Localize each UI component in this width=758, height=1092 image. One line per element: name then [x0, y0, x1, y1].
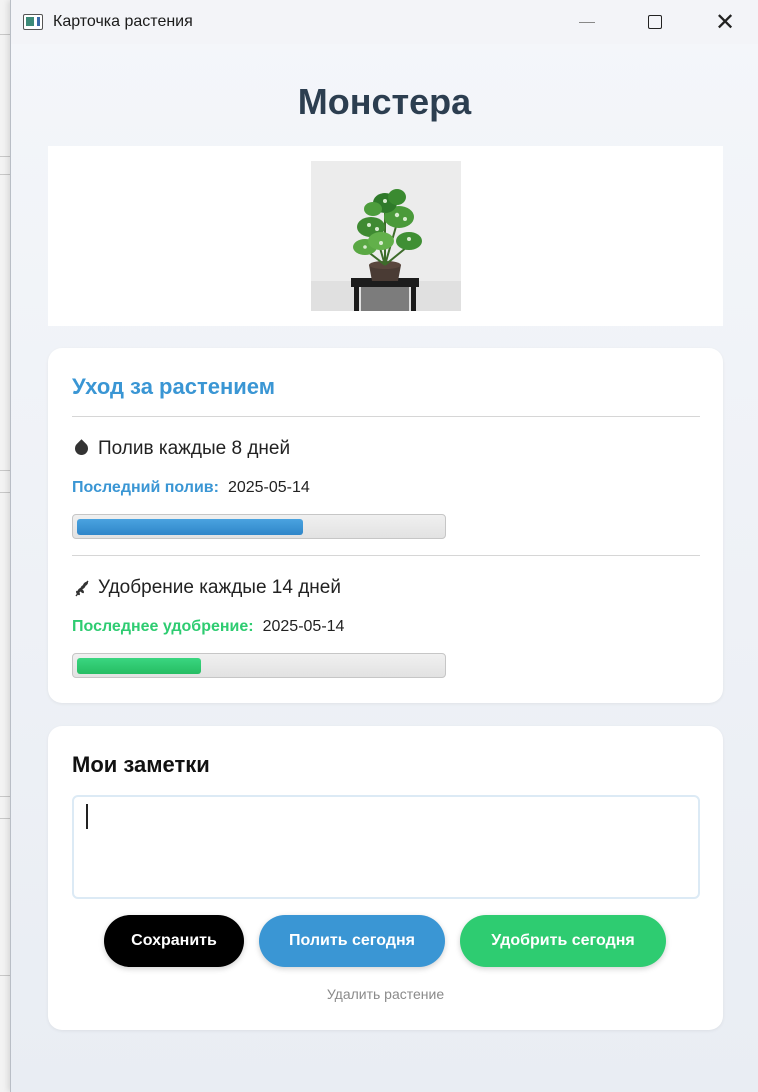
plant-name: Монстера — [297, 81, 472, 122]
minimize-button[interactable] — [552, 0, 622, 44]
water-drop-icon — [72, 439, 92, 459]
fertilizing-progress-fill — [77, 658, 201, 674]
fertilizing-progress-bar — [72, 653, 446, 678]
herb-icon — [72, 578, 92, 598]
photo-card — [48, 146, 723, 326]
last-fertilizing: Последнее удобрение: 2025-05-14 — [72, 618, 344, 636]
last-watering: Последний полив: 2025-05-14 — [72, 479, 310, 497]
notes-textarea[interactable] — [72, 795, 700, 899]
last-fertilizing-label: Последнее удобрение: — [72, 618, 254, 635]
monstera-plant-photo — [310, 161, 461, 311]
last-watering-label: Последний полив: — [72, 479, 219, 496]
divider — [72, 416, 700, 417]
delete-plant-link[interactable]: Удалить растение — [48, 986, 723, 1002]
notes-title: Мои заметки — [72, 752, 210, 777]
divider — [72, 555, 700, 556]
title-bar: Карточка растения ✕ — [11, 0, 758, 44]
fertilizing-frequency-text: Удобрение каждые 14 дней — [98, 577, 341, 598]
close-icon: ✕ — [714, 8, 736, 36]
save-button[interactable]: Сохранить — [104, 915, 244, 967]
notes-card: Мои заметки Сохранить Полить сегодня Удо… — [48, 726, 723, 1030]
watering-progress-bar — [72, 514, 446, 539]
care-card: Уход за растением Полив каждые 8 дней По… — [48, 348, 723, 703]
close-button[interactable]: ✕ — [690, 0, 758, 44]
text-caret — [86, 804, 88, 829]
maximize-button[interactable] — [620, 0, 690, 44]
fertilizing-frequency: Удобрение каждые 14 дней — [72, 577, 341, 599]
care-title: Уход за растением — [72, 374, 275, 399]
plant-card-window: Карточка растения ✕ Монстера Уход за рас… — [10, 0, 758, 1092]
window-title: Карточка растения — [53, 13, 193, 30]
app-icon — [23, 14, 43, 30]
watering-frequency-text: Полив каждые 8 дней — [98, 438, 291, 459]
water-today-button[interactable]: Полить сегодня — [259, 915, 445, 967]
plant-photo — [310, 161, 461, 311]
minimize-icon — [579, 21, 595, 23]
last-fertilizing-date: 2025-05-14 — [262, 618, 345, 635]
watering-frequency: Полив каждые 8 дней — [72, 438, 290, 460]
watering-progress-fill — [77, 519, 303, 535]
fertilize-today-button[interactable]: Удобрить сегодня — [460, 915, 666, 967]
last-watering-date: 2025-05-14 — [227, 479, 310, 496]
maximize-icon — [648, 15, 662, 29]
